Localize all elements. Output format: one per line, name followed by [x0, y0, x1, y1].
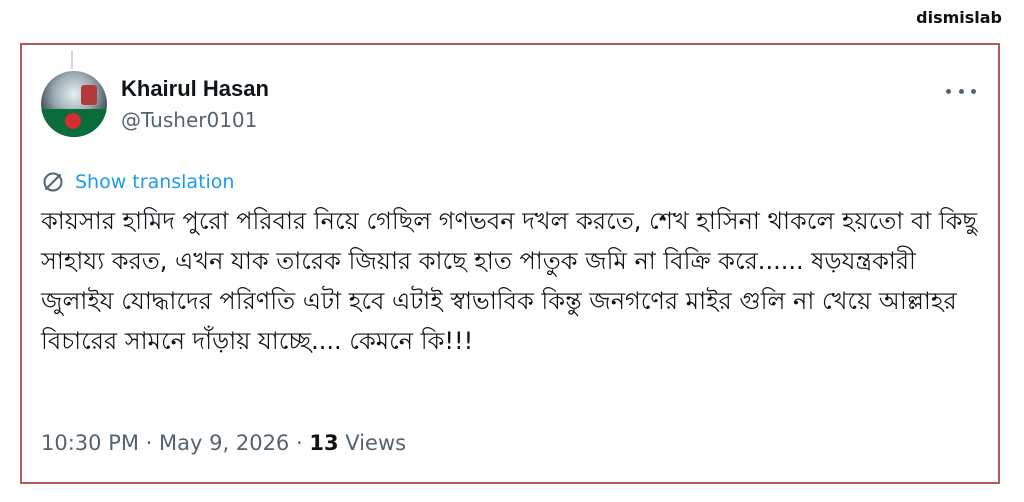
globe-translate-icon	[43, 172, 63, 192]
views-count: 13	[309, 431, 339, 455]
avatar-flag-circle	[65, 113, 81, 129]
meta-separator: ·	[295, 431, 303, 455]
more-dot	[971, 88, 976, 94]
tweet-meta: 10:30 PM · May 9, 2026 · 13 Views	[41, 431, 406, 455]
tweet-card: Khairul Hasan @Tusher0101 Show translati…	[20, 43, 1000, 484]
tweet-date[interactable]: May 9, 2026	[159, 431, 289, 455]
author-handle[interactable]: @Tusher0101	[121, 108, 257, 132]
more-options-icon[interactable]	[946, 81, 976, 101]
avatar[interactable]	[41, 71, 107, 137]
show-translation-label: Show translation	[75, 171, 235, 193]
show-translation-link[interactable]: Show translation	[41, 170, 234, 194]
tweet-time[interactable]: 10:30 PM	[41, 431, 139, 455]
views-label: Views	[345, 431, 407, 455]
thread-connector-line	[71, 51, 73, 69]
avatar-accent	[81, 85, 97, 105]
dismislab-logo: dismislab	[916, 8, 1002, 27]
meta-separator: ·	[145, 431, 153, 455]
author-display-name[interactable]: Khairul Hasan	[121, 76, 269, 102]
more-dot	[958, 88, 964, 94]
tweet-body-text: কায়সার হামিদ পুরো পরিবার নিয়ে গেছিল গণ…	[41, 207, 978, 355]
more-dot	[946, 88, 951, 94]
